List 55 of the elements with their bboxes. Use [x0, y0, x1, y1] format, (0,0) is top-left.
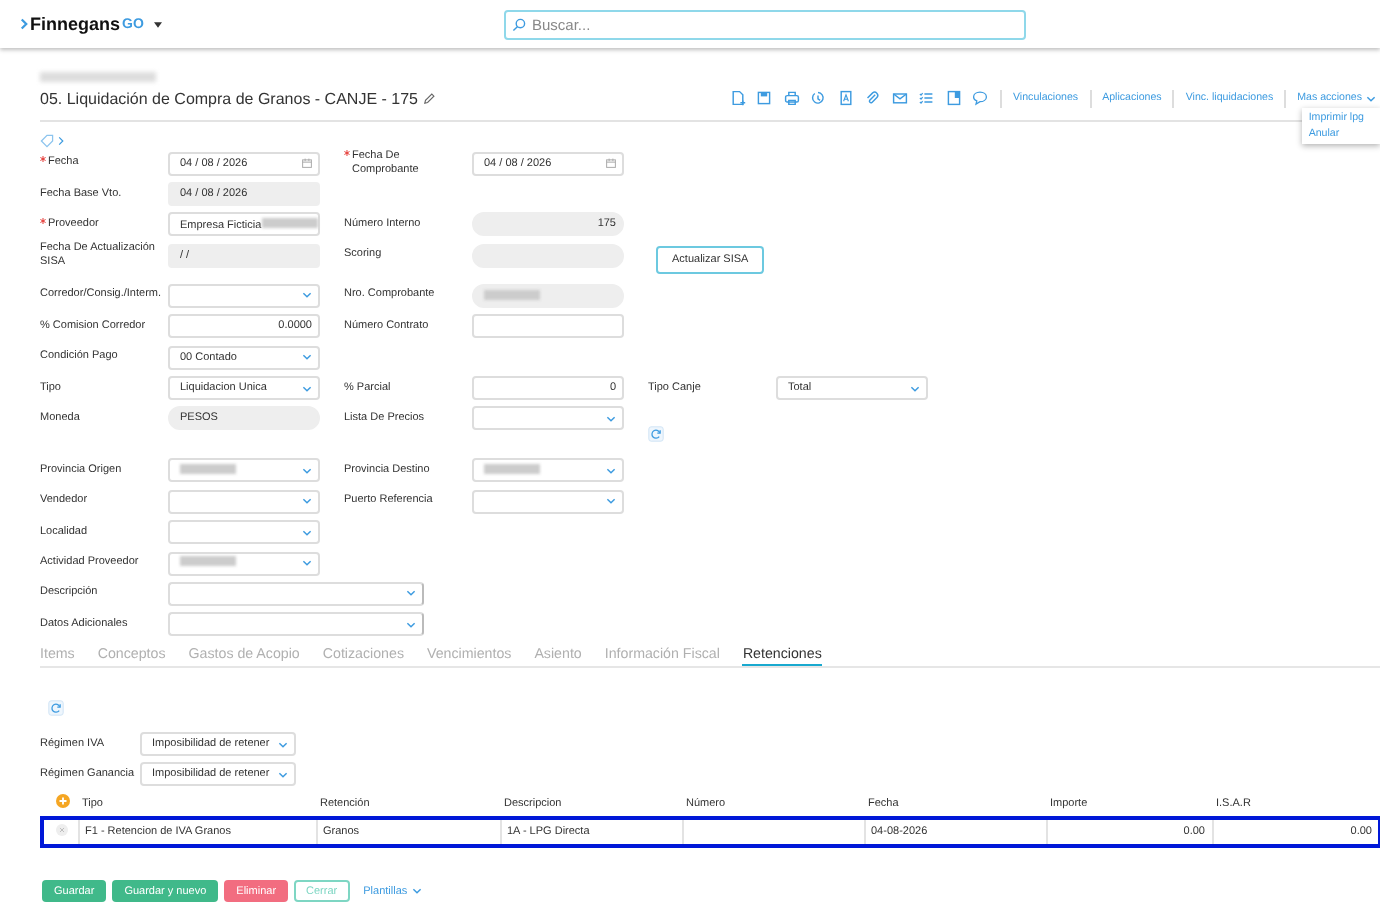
tag-icon[interactable]: [40, 133, 54, 147]
search-icon: [512, 17, 526, 31]
required-icon: [344, 149, 350, 156]
calendar-icon: [302, 158, 312, 169]
chevron-down-icon: [406, 621, 416, 628]
delete-icon[interactable]: [56, 824, 68, 837]
select-field[interactable]: [168, 612, 424, 637]
refresh-icon[interactable]: [48, 700, 64, 717]
new-document-icon[interactable]: [729, 90, 746, 106]
chevron-down-icon: [302, 292, 312, 299]
chevron-down-icon: [302, 354, 312, 361]
envelope-icon[interactable]: [891, 90, 908, 106]
pencil-icon[interactable]: [422, 91, 436, 105]
chevron-down-icon: [278, 741, 288, 748]
document-icon[interactable]: [837, 90, 854, 106]
select-field[interactable]: [168, 520, 320, 545]
chevron-down-icon: [302, 560, 312, 567]
comment-icon[interactable]: [972, 90, 989, 106]
history-icon[interactable]: [810, 90, 827, 106]
chevron-down-icon: [606, 498, 616, 505]
required-icon: [40, 156, 46, 163]
select-field[interactable]: [168, 581, 424, 606]
select-field[interactable]: [168, 283, 320, 308]
chevron-down-icon: [302, 467, 312, 474]
chevron-down-icon: [302, 529, 312, 536]
chevron-right-icon: [20, 18, 28, 30]
refresh-icon[interactable]: [648, 425, 664, 442]
chevron-down-icon: [278, 771, 288, 778]
select-field[interactable]: [472, 458, 624, 483]
chevron-down-icon: [910, 385, 920, 392]
paperclip-icon[interactable]: [864, 90, 881, 106]
page-title: 05. Liquidación de Compra de Granos - CANJE - 175: [40, 89, 418, 107]
checklist-icon[interactable]: [918, 90, 935, 106]
select-field[interactable]: [168, 551, 320, 576]
chevron-down-icon: [606, 415, 616, 422]
chevron-down-icon: [411, 888, 422, 895]
chevron-down-icon: [606, 467, 616, 474]
select-field[interactable]: [168, 489, 320, 514]
chevron-down-icon: [1366, 95, 1376, 101]
caret-icon[interactable]: [153, 21, 162, 27]
calendar-icon: [606, 158, 616, 169]
select-field[interactable]: [168, 458, 320, 483]
select-field[interactable]: [472, 489, 624, 514]
brand-name: Finnegans: [30, 14, 121, 34]
input-field[interactable]: [472, 314, 624, 339]
save-icon[interactable]: [756, 90, 773, 106]
chevron-down-icon: [302, 385, 312, 392]
add-icon[interactable]: [56, 794, 70, 809]
notebook-icon[interactable]: [945, 90, 962, 106]
chevron-down-icon: [406, 590, 416, 597]
select-field[interactable]: [472, 406, 624, 431]
chevron-down-icon: [302, 498, 312, 505]
required-icon: [40, 217, 46, 224]
printer-icon[interactable]: [783, 90, 800, 106]
chevron-right-icon[interactable]: [58, 135, 64, 145]
